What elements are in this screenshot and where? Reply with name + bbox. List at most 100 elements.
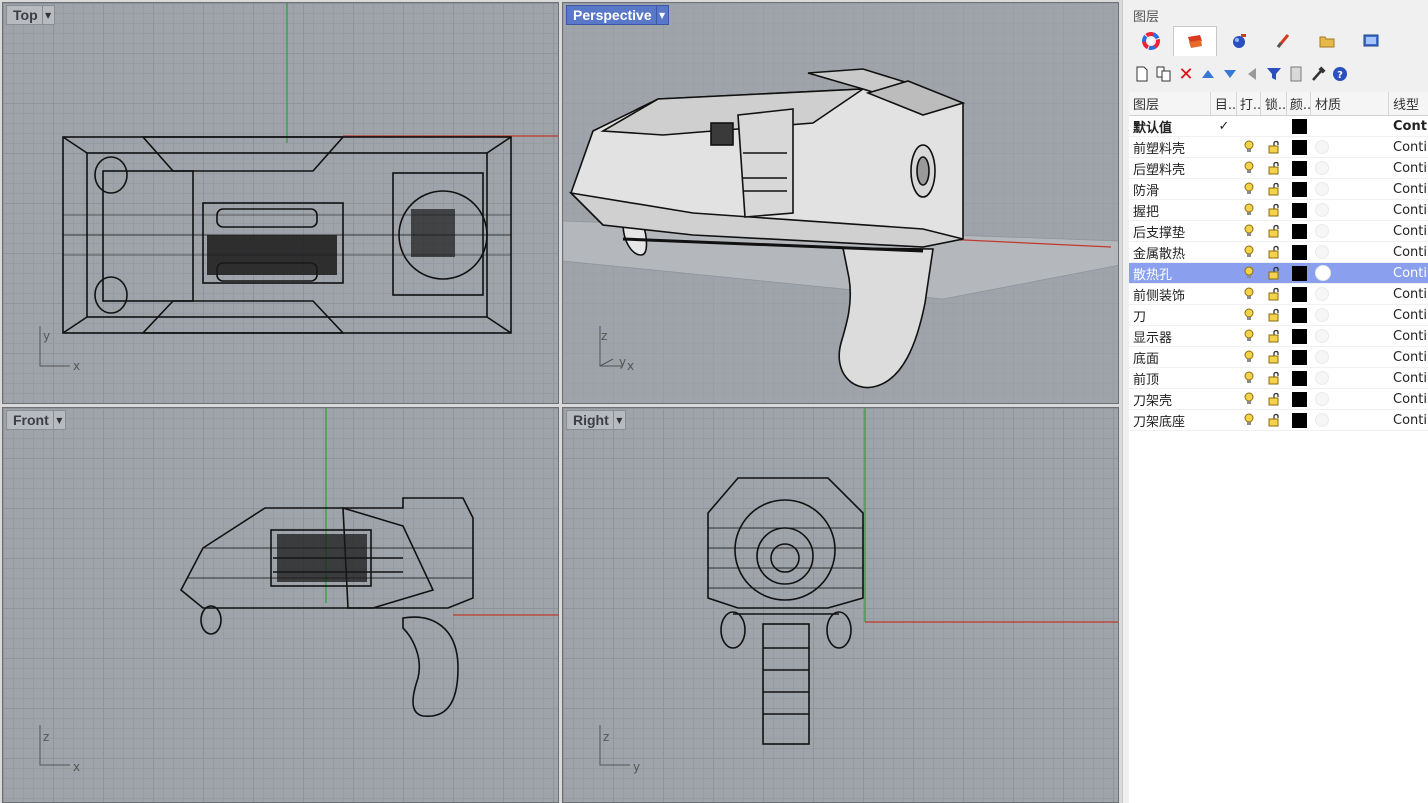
- lightbulb-icon[interactable]: [1237, 413, 1261, 427]
- new-sublayer-icon[interactable]: [1155, 64, 1173, 84]
- layer-row[interactable]: 默认值 ✓ Conti: [1129, 116, 1428, 137]
- dropdown-arrow-icon[interactable]: ▼: [41, 6, 54, 24]
- layer-row[interactable]: 握把 Conti: [1129, 200, 1428, 221]
- layer-name[interactable]: 防滑: [1129, 180, 1211, 199]
- layer-list-empty-area[interactable]: [1129, 431, 1428, 803]
- layer-row[interactable]: 防滑 Conti: [1129, 179, 1428, 200]
- layer-name[interactable]: 后支撑垫: [1129, 222, 1211, 241]
- lightbulb-icon[interactable]: [1237, 308, 1261, 322]
- material-swatch[interactable]: [1311, 329, 1389, 343]
- layer-name[interactable]: 刀架底座: [1129, 411, 1211, 430]
- viewport-tab-front[interactable]: Front ▼: [6, 410, 66, 430]
- layer-linetype[interactable]: Conti: [1389, 140, 1428, 155]
- material-swatch[interactable]: [1311, 350, 1389, 364]
- material-swatch[interactable]: [1311, 119, 1389, 133]
- material-swatch[interactable]: [1311, 140, 1389, 154]
- layer-color-swatch[interactable]: [1287, 139, 1311, 155]
- layer-linetype[interactable]: Conti: [1389, 350, 1428, 365]
- unlock-icon[interactable]: [1261, 392, 1287, 406]
- material-swatch[interactable]: [1311, 371, 1389, 385]
- layer-color-swatch[interactable]: [1287, 160, 1311, 176]
- lightbulb-icon[interactable]: [1237, 371, 1261, 385]
- layer-name[interactable]: 底面: [1129, 348, 1211, 367]
- layer-color-swatch[interactable]: [1287, 265, 1311, 281]
- layer-color-swatch[interactable]: [1287, 181, 1311, 197]
- layer-color-swatch[interactable]: [1287, 349, 1311, 365]
- material-swatch[interactable]: [1311, 287, 1389, 301]
- layer-row[interactable]: 刀 Conti: [1129, 305, 1428, 326]
- layer-row[interactable]: 刀架底座 Conti: [1129, 410, 1428, 431]
- column-header-lock[interactable]: 锁..: [1261, 92, 1287, 115]
- unlock-icon[interactable]: [1261, 140, 1287, 154]
- unlock-icon[interactable]: [1261, 287, 1287, 301]
- tab-display[interactable]: [1349, 26, 1393, 56]
- layer-linetype[interactable]: Conti: [1389, 287, 1428, 302]
- page-icon[interactable]: [1287, 64, 1305, 84]
- lightbulb-icon[interactable]: [1237, 224, 1261, 238]
- layer-linetype[interactable]: Conti: [1389, 161, 1428, 176]
- lightbulb-icon[interactable]: [1237, 266, 1261, 280]
- lightbulb-icon[interactable]: [1237, 245, 1261, 259]
- unlock-icon[interactable]: [1261, 224, 1287, 238]
- material-swatch[interactable]: [1311, 203, 1389, 217]
- dropdown-arrow-icon[interactable]: ▼: [612, 411, 625, 429]
- layer-color-swatch[interactable]: [1287, 370, 1311, 386]
- lightbulb-icon[interactable]: [1237, 287, 1261, 301]
- layer-row[interactable]: 底面 Conti: [1129, 347, 1428, 368]
- layer-linetype[interactable]: Conti: [1389, 119, 1428, 134]
- layer-color-swatch[interactable]: [1287, 412, 1311, 428]
- tab-render[interactable]: [1217, 26, 1261, 56]
- layer-name[interactable]: 前侧装饰: [1129, 285, 1211, 304]
- unlock-icon[interactable]: [1261, 350, 1287, 364]
- layer-linetype[interactable]: Conti: [1389, 413, 1428, 428]
- lightbulb-icon[interactable]: [1237, 350, 1261, 364]
- unlock-icon[interactable]: [1261, 413, 1287, 427]
- unlock-icon[interactable]: [1261, 245, 1287, 259]
- column-header-current[interactable]: 目..: [1211, 92, 1237, 115]
- move-out-icon[interactable]: [1243, 64, 1261, 84]
- layer-color-swatch[interactable]: [1287, 286, 1311, 302]
- tools-icon[interactable]: [1309, 64, 1327, 84]
- material-swatch[interactable]: [1311, 265, 1389, 281]
- lightbulb-icon[interactable]: [1237, 329, 1261, 343]
- column-header-material[interactable]: 材质: [1311, 92, 1389, 115]
- column-header-linetype[interactable]: 线型: [1389, 92, 1428, 115]
- layer-color-swatch[interactable]: [1287, 244, 1311, 260]
- unlock-icon[interactable]: [1261, 266, 1287, 280]
- layer-name[interactable]: 握把: [1129, 201, 1211, 220]
- viewport-tab-top[interactable]: Top ▼: [6, 5, 55, 25]
- layer-row[interactable]: 显示器 Conti: [1129, 326, 1428, 347]
- layer-color-swatch[interactable]: [1287, 118, 1311, 134]
- layer-name[interactable]: 默认值: [1129, 117, 1211, 136]
- column-header-on[interactable]: 打..: [1237, 92, 1261, 115]
- layer-name[interactable]: 刀: [1129, 306, 1211, 325]
- lightbulb-icon[interactable]: [1237, 203, 1261, 217]
- layer-linetype[interactable]: Conti: [1389, 392, 1428, 407]
- layer-color-swatch[interactable]: [1287, 391, 1311, 407]
- material-swatch[interactable]: [1311, 413, 1389, 427]
- material-swatch[interactable]: [1311, 224, 1389, 238]
- unlock-icon[interactable]: [1261, 203, 1287, 217]
- unlock-icon[interactable]: [1261, 182, 1287, 196]
- layer-row[interactable]: 金属散热 Conti: [1129, 242, 1428, 263]
- tab-materials[interactable]: [1261, 26, 1305, 56]
- viewport-perspective[interactable]: z y x Perspective ▼: [562, 2, 1119, 404]
- lightbulb-icon[interactable]: [1237, 182, 1261, 196]
- unlock-icon[interactable]: [1261, 329, 1287, 343]
- viewport-tab-right[interactable]: Right ▼: [566, 410, 626, 430]
- layer-name[interactable]: 前塑料壳: [1129, 138, 1211, 157]
- layer-linetype[interactable]: Conti: [1389, 224, 1428, 239]
- viewport-tab-perspective[interactable]: Perspective ▼: [566, 5, 669, 25]
- delete-icon[interactable]: ✕: [1177, 64, 1195, 85]
- tab-files[interactable]: [1305, 26, 1349, 56]
- layer-row[interactable]: 散热孔 Conti: [1129, 263, 1428, 284]
- viewport-front[interactable]: z x Front ▼: [2, 407, 559, 803]
- layer-linetype[interactable]: Conti: [1389, 182, 1428, 197]
- layer-linetype[interactable]: Conti: [1389, 371, 1428, 386]
- unlock-icon[interactable]: [1261, 161, 1287, 175]
- layer-row[interactable]: 前塑料壳 Conti: [1129, 137, 1428, 158]
- layer-linetype[interactable]: Conti: [1389, 266, 1428, 281]
- layer-row[interactable]: 前侧装饰 Conti: [1129, 284, 1428, 305]
- layer-linetype[interactable]: Conti: [1389, 245, 1428, 260]
- layer-linetype[interactable]: Conti: [1389, 329, 1428, 344]
